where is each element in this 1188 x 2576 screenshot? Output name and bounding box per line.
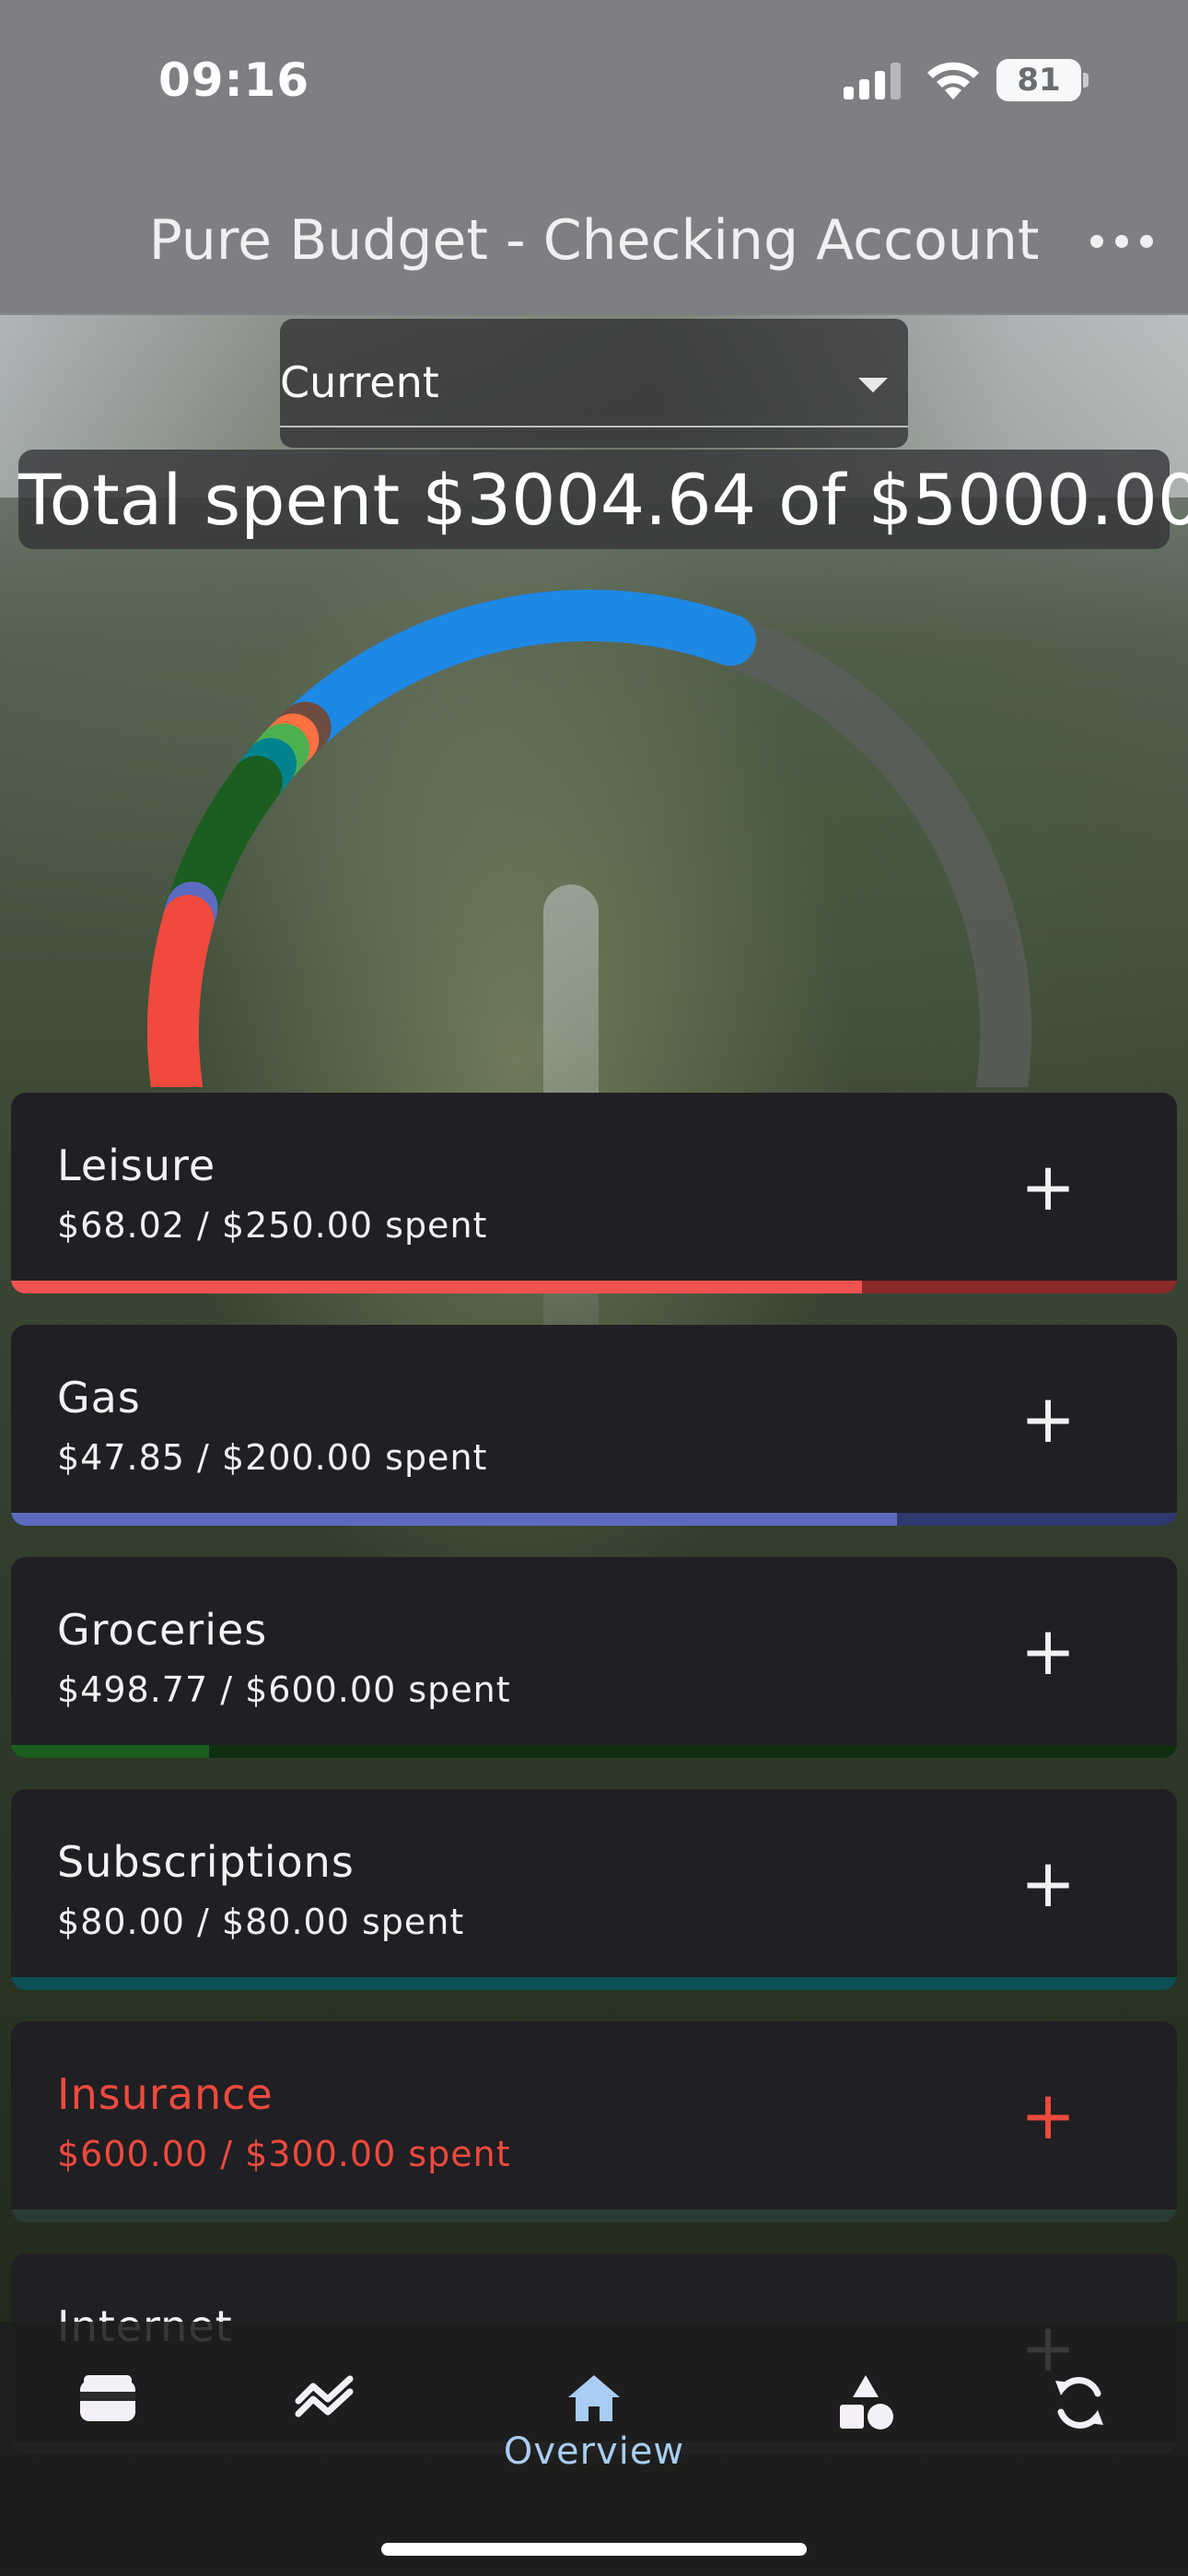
shapes-icon	[840, 2375, 893, 2430]
sync-icon	[1055, 2377, 1103, 2429]
category-progress-bar	[11, 1513, 1177, 1526]
gauge-segment-insurance	[146, 895, 215, 1087]
wallet-icon	[80, 2375, 135, 2421]
add-transaction-button[interactable]: +	[1009, 1380, 1087, 1458]
period-dropdown-value: Current	[280, 357, 439, 407]
period-dropdown-underline	[280, 426, 908, 427]
gauge-segment	[279, 590, 756, 754]
add-transaction-button[interactable]: +	[1009, 1844, 1087, 1922]
category-progress-fill	[11, 1281, 863, 1294]
nav-label-overview: Overview	[503, 2430, 685, 2473]
category-name: Groceries	[57, 1605, 268, 1655]
category-progress-fill	[11, 1745, 210, 1758]
nav-item-recurring[interactable]	[987, 2359, 1171, 2488]
total-spent-banner: Total spent $3004.64 of $5000.00	[18, 450, 1188, 549]
category-card-leisure[interactable]: Leisure $68.02 / $250.00 spent +	[11, 1093, 1177, 1294]
status-time: 09:16	[158, 53, 310, 107]
category-card-subscriptions[interactable]: Subscriptions $80.00 / $80.00 spent +	[11, 1789, 1177, 1990]
more-horizontal-icon-dot	[1115, 235, 1128, 248]
add-transaction-button[interactable]: +	[1009, 1612, 1087, 1690]
bottom-navigation: Overview	[0, 2322, 1188, 2576]
battery-level: 81	[1017, 62, 1061, 99]
status-bar: 09:16 81	[0, 0, 1188, 157]
category-progress-bar	[11, 2209, 1177, 2222]
category-amount: $80.00 / $80.00 spent	[57, 1902, 465, 1942]
cellular-signal-icon	[844, 63, 901, 100]
nav-item-categories[interactable]	[774, 2359, 958, 2488]
gauge-track	[147, 590, 1031, 1087]
category-name: Subscriptions	[57, 1837, 355, 1887]
caret-down-icon	[858, 378, 888, 392]
category-card-groceries[interactable]: Groceries $498.77 / $600.00 spent +	[11, 1557, 1177, 1758]
wifi-icon	[927, 62, 979, 100]
battery-tip	[1083, 73, 1089, 88]
add-transaction-button[interactable]: +	[1009, 2077, 1087, 2154]
nav-item-overview[interactable]: Overview	[502, 2359, 686, 2488]
page-title: Pure Budget - Checking Account	[148, 208, 1040, 273]
category-progress-bar	[11, 1745, 1177, 1758]
nav-item-trends[interactable]	[233, 2359, 417, 2488]
battery-indicator: 81	[996, 59, 1081, 101]
budget-gauge	[146, 590, 1031, 1087]
category-amount: $600.00 / $300.00 spent	[57, 2134, 511, 2174]
category-card-insurance[interactable]: Insurance $600.00 / $300.00 spent +	[11, 2021, 1177, 2222]
more-options-button[interactable]	[1090, 223, 1153, 260]
total-spent-text: Total spent $3004.64 of $5000.00	[18, 459, 1188, 541]
category-name: Insurance	[57, 2069, 274, 2119]
home-icon	[568, 2375, 620, 2421]
nav-item-wallet[interactable]	[16, 2359, 200, 2488]
period-dropdown[interactable]: Current	[280, 319, 908, 448]
category-progress-bar	[11, 1977, 1177, 1990]
add-transaction-button[interactable]: +	[1009, 1148, 1087, 1225]
category-amount: $68.02 / $250.00 spent	[57, 1205, 488, 1246]
category-progress-bar	[11, 1281, 1177, 1294]
home-indicator	[381, 2543, 807, 2556]
more-horizontal-icon-dot	[1140, 235, 1153, 248]
category-card-gas[interactable]: Gas $47.85 / $200.00 spent +	[11, 1325, 1177, 1526]
category-amount: $47.85 / $200.00 spent	[57, 1437, 488, 1478]
category-name: Leisure	[57, 1141, 216, 1190]
category-progress-fill	[11, 1513, 898, 1526]
trending-icon	[295, 2375, 354, 2418]
category-name: Gas	[57, 1373, 141, 1423]
more-horizontal-icon	[1090, 235, 1103, 248]
category-amount: $498.77 / $600.00 spent	[57, 1669, 511, 1710]
